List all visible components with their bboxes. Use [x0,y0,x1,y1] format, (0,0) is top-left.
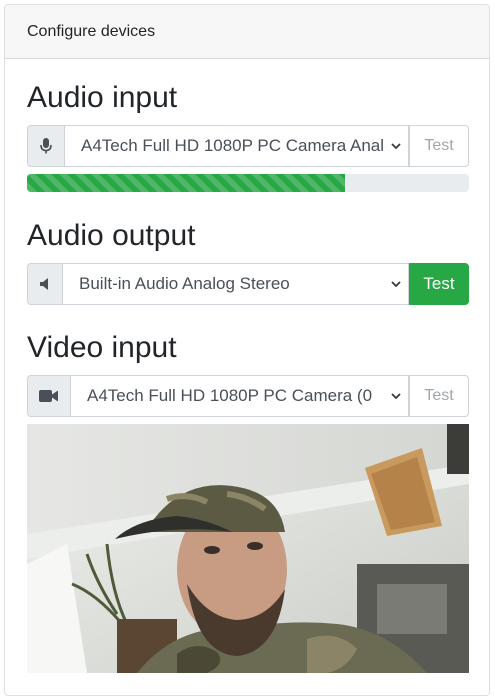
video-input-select[interactable]: A4Tech Full HD 1080P PC Camera (0 [71,375,409,417]
audio-input-select[interactable]: A4Tech Full HD 1080P PC Camera Analog Mo… [65,125,409,167]
camera-preview-image [27,424,469,673]
video-input-title: Video input [27,331,177,364]
audio-output-group: Built-in Audio Analog Stereo Test [27,263,469,305]
speaker-icon [27,263,63,305]
audio-output-test-button[interactable]: Test [409,263,469,305]
microphone-icon [27,125,65,167]
audio-output-device: Built-in Audio Analog Stereo [79,274,290,293]
card-header: Configure devices [5,5,489,59]
audio-input-title: Audio input [27,81,178,114]
audio-input-device: A4Tech Full HD 1080P PC Camera Analog Mo… [81,136,384,155]
chevron-down-icon [391,143,401,150]
card-title: Configure devices [27,22,156,40]
video-input-device: A4Tech Full HD 1080P PC Camera (0 [87,386,373,405]
video-input-group: A4Tech Full HD 1080P PC Camera (0 Test [27,375,469,417]
video-camera-icon [27,375,71,417]
chevron-down-icon [391,281,401,288]
chevron-down-icon [391,393,401,400]
audio-input-group: A4Tech Full HD 1080P PC Camera Analog Mo… [27,125,469,167]
audio-input-test-button[interactable]: Test [409,125,469,167]
audio-level-meter [27,174,469,192]
audio-output-title: Audio output [27,219,196,252]
audio-level-bar [27,174,346,192]
audio-output-select[interactable]: Built-in Audio Analog Stereo [63,263,409,305]
video-input-test-button[interactable]: Test [409,375,469,417]
camera-preview [27,424,469,673]
